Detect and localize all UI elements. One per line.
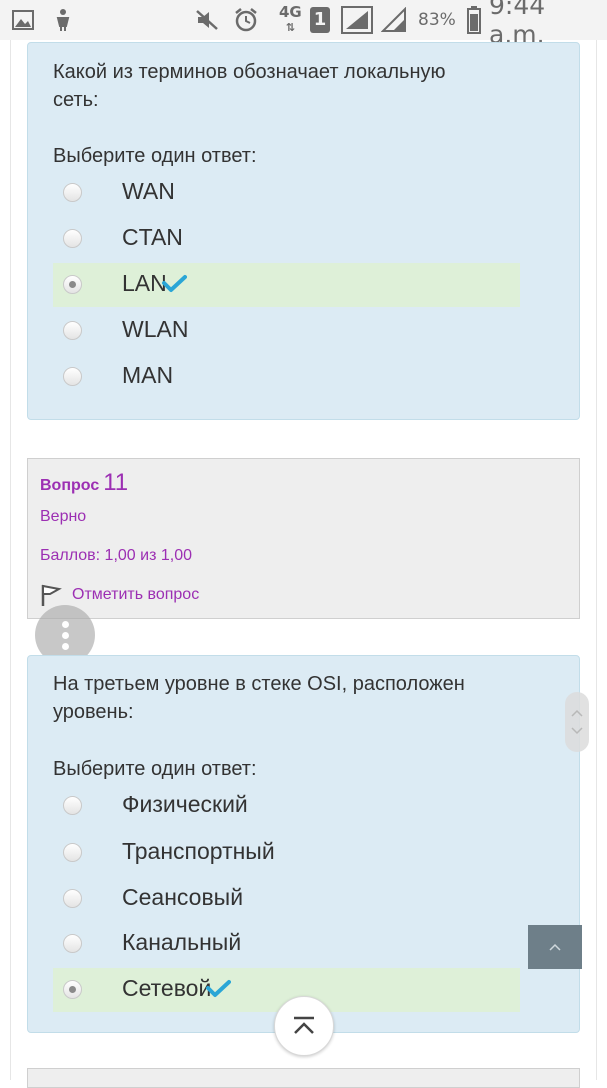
question-prompt: На третьем уровне в стеке OSI, расположе… xyxy=(53,673,465,723)
page-border-right xyxy=(596,40,597,1080)
answer-label: Канальный xyxy=(122,929,242,955)
alarm-icon xyxy=(233,0,259,40)
question-card-next xyxy=(27,1068,580,1088)
question-prompt: Какой из терминов обозначает локальную с… xyxy=(53,61,446,111)
answer-option[interactable]: CTAN xyxy=(53,217,520,261)
battery-percent: 83% xyxy=(418,10,456,30)
answer-option[interactable]: WAN xyxy=(53,171,520,215)
answer-label: MAN xyxy=(122,362,174,388)
signal-icon-2 xyxy=(381,0,407,40)
question-state: Верно xyxy=(40,508,87,525)
check-icon xyxy=(206,980,232,997)
flag-icon xyxy=(41,584,62,606)
question-info-panel: Вопрос 11 Верно Баллов: 1,00 из 1,00 Отме… xyxy=(27,458,580,619)
radio-button[interactable] xyxy=(63,367,82,386)
status-bar: 4G ⇅ 1 83% 9:44 a.m. xyxy=(0,0,607,49)
answer-label: Сетевой xyxy=(122,975,212,1001)
clock: 9:44 a.m. xyxy=(489,0,546,49)
answer-option-correct[interactable]: LAN xyxy=(53,263,520,307)
choose-one-label: Выберите один ответ: xyxy=(53,758,257,780)
answer-label: WLAN xyxy=(122,316,189,342)
double-chevron-up-icon xyxy=(294,1016,314,1034)
answer-option[interactable]: MAN xyxy=(53,355,520,399)
answer-option[interactable]: Физический xyxy=(53,784,520,828)
person-icon xyxy=(52,0,74,40)
back-to-top-button[interactable] xyxy=(274,996,334,1056)
page-border-left xyxy=(10,40,11,1080)
answer-label: CTAN xyxy=(122,224,183,250)
choose-one-label: Выберите один ответ: xyxy=(53,145,257,167)
radio-button[interactable] xyxy=(63,843,82,862)
answer-option[interactable]: Канальный xyxy=(53,922,520,966)
question-card-current: На третьем уровне в стеке OSI, расположе… xyxy=(27,655,580,1033)
answer-option[interactable]: Сеансовый xyxy=(53,877,520,921)
radio-button-selected[interactable] xyxy=(63,275,82,294)
dot-icon xyxy=(61,620,69,628)
signal-icon xyxy=(341,0,373,40)
dot-icon xyxy=(61,631,69,639)
gallery-icon xyxy=(12,0,34,40)
scroll-handle[interactable] xyxy=(565,692,589,752)
sim-badge: 1 xyxy=(310,0,330,40)
question-card-prev: Какой из терминов обозначает локальную с… xyxy=(27,42,580,420)
scroll-arrows-icon xyxy=(571,709,583,735)
chevron-up-icon xyxy=(549,943,561,951)
answer-option[interactable]: Транспортный xyxy=(53,831,520,875)
network-type: 4G ⇅ xyxy=(279,3,302,35)
answer-label: Транспортный xyxy=(122,838,275,864)
check-icon xyxy=(161,275,187,292)
scroll-up-button[interactable] xyxy=(528,925,582,969)
mute-icon xyxy=(194,0,220,40)
answer-label: Физический xyxy=(122,791,248,817)
radio-button[interactable] xyxy=(63,229,82,248)
radio-button-selected[interactable] xyxy=(63,980,82,999)
radio-button[interactable] xyxy=(63,889,82,908)
dot-icon xyxy=(61,642,69,650)
flag-question-link[interactable]: Отметить вопрос xyxy=(40,583,199,607)
battery-icon xyxy=(467,0,481,40)
question-grade: Баллов: 1,00 из 1,00 xyxy=(40,547,192,564)
answer-label: Сеансовый xyxy=(122,884,244,910)
question-number: Вопрос 11 xyxy=(40,469,129,496)
radio-button[interactable] xyxy=(63,321,82,340)
answer-option[interactable]: WLAN xyxy=(53,309,520,353)
answer-label: WAN xyxy=(122,178,175,204)
radio-button[interactable] xyxy=(63,796,82,815)
radio-button[interactable] xyxy=(63,183,82,202)
radio-button[interactable] xyxy=(63,934,82,953)
